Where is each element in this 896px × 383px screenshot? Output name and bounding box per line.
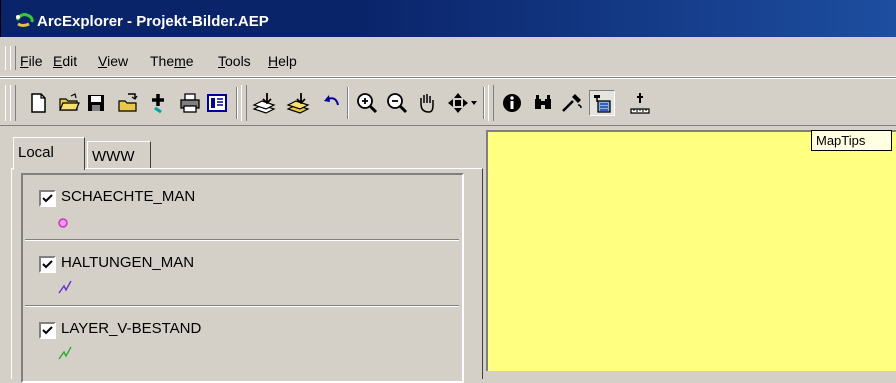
menu-view[interactable]: View <box>98 53 128 69</box>
menu-help[interactable]: Help <box>268 53 297 69</box>
menubar-grip-2[interactable] <box>10 46 16 70</box>
tab-local[interactable]: Local <box>13 137 85 170</box>
toolbar-separator-3 <box>483 87 485 119</box>
zoom-out-icon[interactable] <box>385 91 409 115</box>
point-symbol-icon <box>57 216 69 234</box>
maptips-tooltip: MapTips <box>811 130 892 151</box>
pan-dropdown-arrow-icon[interactable] <box>471 101 477 105</box>
toolbar-separator-2 <box>347 87 349 119</box>
find-binoculars-icon[interactable] <box>531 91 555 115</box>
toolbar-grip-4[interactable] <box>488 85 494 121</box>
toolbar-grip-2[interactable] <box>10 85 16 121</box>
menu-edit[interactable]: Edit <box>53 53 77 69</box>
layer-name: HALTUNGEN_MAN <box>61 254 195 271</box>
toolbar <box>0 78 896 126</box>
toolbar-grip-3[interactable] <box>241 85 247 121</box>
open-folder-icon[interactable] <box>57 91 81 115</box>
layer-item[interactable]: HALTUNGEN_MAN <box>27 241 459 303</box>
undo-icon[interactable] <box>320 91 344 115</box>
add-layer-icon[interactable] <box>252 91 276 115</box>
tab-www[interactable]: WWW <box>87 141 151 168</box>
menu-theme[interactable]: Theme <box>150 53 194 69</box>
layer-visibility-checkbox[interactable] <box>39 322 56 339</box>
layer-name: SCHAECHTE_MAN <box>61 188 196 205</box>
add-theme-icon[interactable] <box>147 91 171 115</box>
measure-icon[interactable] <box>628 91 652 115</box>
open-project-icon[interactable] <box>116 91 140 115</box>
maptips-button[interactable] <box>589 90 615 116</box>
pan-hand-icon[interactable] <box>415 91 439 115</box>
layer-visibility-checkbox[interactable] <box>39 190 56 207</box>
map-view[interactable] <box>486 130 896 371</box>
layer-legend: SCHAECHTE_MAN HALTUNGEN_MAN LAYER_V-BEST… <box>21 173 464 383</box>
arcexplorer-app-icon[interactable] <box>15 12 35 28</box>
toolbar-separator <box>236 87 238 119</box>
add-layer-alt-icon[interactable] <box>286 91 310 115</box>
zoom-in-icon[interactable] <box>355 91 379 115</box>
line-symbol-icon <box>57 279 73 300</box>
pan-arrows-icon[interactable] <box>446 91 470 115</box>
print-icon[interactable] <box>178 91 202 115</box>
title-bar: ArcExplorer - Projekt-Bilder.AEP <box>0 0 896 37</box>
pane-splitter[interactable] <box>478 127 486 371</box>
menu-tools[interactable]: Tools <box>218 53 251 69</box>
save-disk-icon[interactable] <box>84 91 108 115</box>
layer-item[interactable]: SCHAECHTE_MAN <box>27 175 459 237</box>
query-builder-icon[interactable] <box>560 91 584 115</box>
identify-info-icon[interactable] <box>500 91 524 115</box>
line-symbol-icon <box>57 345 73 366</box>
menu-bar: File Edit View Theme Tools Help <box>0 38 896 77</box>
window-title: ArcExplorer - Projekt-Bilder.AEP <box>37 13 269 30</box>
layer-item[interactable]: LAYER_V-BESTAND <box>27 307 459 369</box>
menu-file[interactable]: File <box>20 53 43 69</box>
legend-view-icon[interactable] <box>205 91 229 115</box>
layer-visibility-checkbox[interactable] <box>39 256 56 273</box>
layer-name: LAYER_V-BESTAND <box>61 320 202 337</box>
new-project-icon[interactable] <box>26 91 50 115</box>
